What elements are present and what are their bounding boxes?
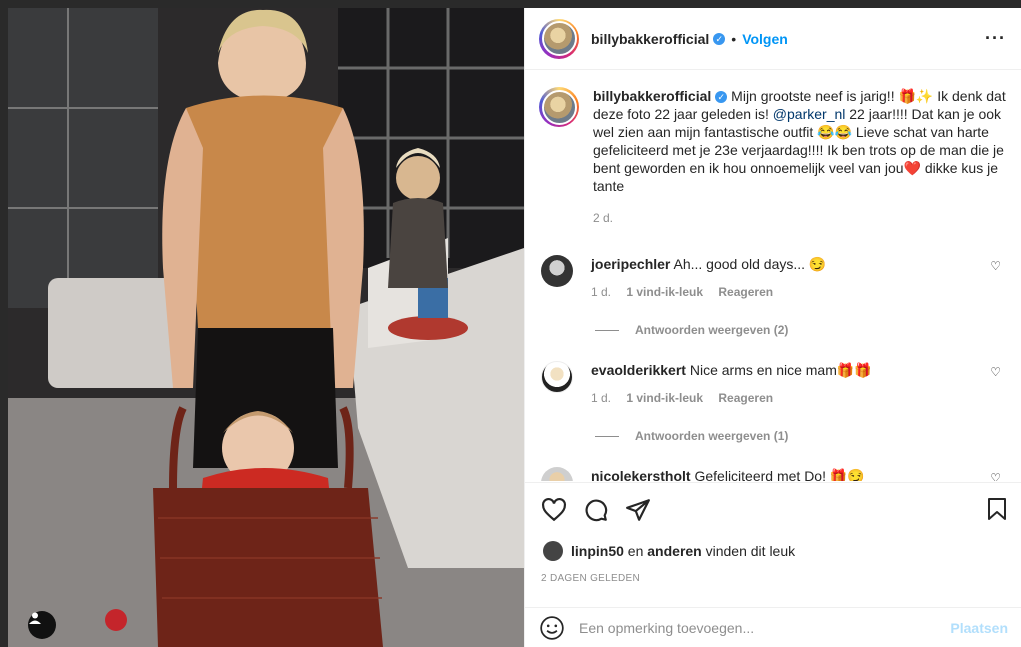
post-actions: linpin50 en anderen vinden dit leuk 2 DA… (525, 482, 1021, 612)
comment-item: joeripechler Ah... good old days... 😏 1 … (541, 255, 1011, 301)
likes-suffix: vinden dit leuk (705, 543, 796, 559)
comment-like-heart-icon[interactable]: ♡ (990, 471, 1001, 481)
comment-input[interactable] (579, 619, 951, 636)
smiley-svg (540, 615, 564, 640)
replies-divider (595, 435, 619, 437)
post-side-panel: billybakkerofficial ✓ • Volgen ··· billy… (524, 8, 1021, 647)
bubble-svg (585, 499, 608, 522)
likes-others-link[interactable]: anderen (647, 543, 701, 559)
photo-illustration (8, 8, 524, 647)
post-date[interactable]: 2 DAGEN GELEDEN (541, 573, 640, 584)
more-options-icon[interactable]: ··· (985, 28, 1006, 49)
action-icons (541, 497, 651, 523)
emoji-smiley-icon[interactable] (539, 615, 565, 641)
caption-username[interactable]: billybakkerofficial (593, 88, 711, 104)
heart-svg (542, 497, 566, 522)
follow-button[interactable]: Volgen (742, 31, 788, 47)
comment-likes[interactable]: 1 vind-ik-leuk (626, 285, 703, 299)
likes-connector: en (627, 543, 644, 559)
caption-age[interactable]: 2 d. (593, 209, 1009, 227)
post-caption: billybakkerofficial ✓ Mijn grootste neef … (539, 87, 1009, 227)
post-modal: billybakkerofficial ✓ • Volgen ··· billy… (0, 0, 1021, 647)
view-replies-button[interactable]: Antwoorden weergeven (2) (595, 323, 788, 337)
caption-text: billybakkerofficial ✓ Mijn grootste neef … (593, 87, 1009, 227)
view-replies-button[interactable]: Antwoorden weergeven (1) (595, 429, 788, 443)
reply-button[interactable]: Reageren (718, 285, 773, 299)
commenter-username[interactable]: joeripechler (591, 256, 670, 272)
post-photo[interactable] (8, 8, 524, 647)
caption-author-avatar[interactable] (539, 87, 579, 127)
commenter-username[interactable]: evaolderikkert (591, 362, 686, 378)
comment-text: Nice arms en nice mam🎁🎁 (689, 362, 872, 378)
comment-content: evaolderikkert Nice arms en nice mam🎁🎁 1… (591, 361, 872, 407)
comment-like-heart-icon[interactable]: ♡ (990, 365, 1001, 379)
liker-avatar[interactable] (543, 541, 563, 561)
comment-meta: 1 d. 1 vind-ik-leuk Reageren (591, 389, 872, 407)
comments-list[interactable]: billybakkerofficial ✓ Mijn grootste neef … (525, 71, 1021, 481)
comment-meta: 1 d. 1 vind-ik-leuk Reageren (591, 283, 826, 301)
bookmark-svg (988, 498, 1006, 520)
comment-bubble-icon[interactable] (583, 497, 609, 523)
author-avatar[interactable] (539, 18, 579, 59)
tagged-users-button[interactable] (28, 611, 56, 639)
save-bookmark-icon[interactable] (986, 497, 1008, 526)
comment-like-heart-icon[interactable]: ♡ (990, 259, 1001, 273)
commenter-avatar[interactable] (541, 467, 573, 481)
comment-content: nicolekerstholt Gefeliciteerd met Do! 🎁😏 (591, 467, 865, 481)
like-heart-icon[interactable] (541, 497, 567, 523)
replies-divider (595, 329, 619, 331)
commenter-username[interactable]: nicolekerstholt (591, 468, 691, 481)
post-comment-button[interactable]: Plaatsen (950, 620, 1008, 636)
author-username[interactable]: billybakkerofficial (591, 31, 709, 47)
comment-text: Ah... good old days... 😏 (673, 256, 827, 272)
verified-badge-icon: ✓ (713, 32, 726, 45)
caption-mention-link[interactable]: @parker_nl (773, 106, 846, 122)
reply-button[interactable]: Reageren (718, 391, 773, 405)
separator-dot: • (731, 30, 737, 47)
comment-content: joeripechler Ah... good old days... 😏 1 … (591, 255, 826, 301)
likes-summary: linpin50 en anderen vinden dit leuk (543, 541, 795, 561)
view-replies-label: Antwoorden weergeven (2) (635, 323, 789, 337)
commenter-avatar[interactable] (541, 255, 573, 287)
comment-age[interactable]: 1 d. (591, 285, 611, 299)
view-replies-label: Antwoorden weergeven (1) (635, 429, 789, 443)
plane-svg (626, 499, 650, 521)
comment-item: evaolderikkert Nice arms en nice mam🎁🎁 1… (541, 361, 1011, 407)
verified-badge-icon: ✓ (715, 91, 728, 104)
caption-author-avatar-image (541, 89, 577, 125)
user-icon (29, 612, 41, 624)
author-avatar-image (541, 21, 577, 56)
comment-likes[interactable]: 1 vind-ik-leuk (626, 391, 703, 405)
commenter-avatar[interactable] (541, 361, 573, 393)
comment-composer: Plaatsen (525, 607, 1021, 647)
liker-username[interactable]: linpin50 (571, 543, 624, 559)
comment-item: nicolekerstholt Gefeliciteerd met Do! 🎁😏… (541, 467, 1011, 481)
comment-age[interactable]: 1 d. (591, 391, 611, 405)
post-header: billybakkerofficial ✓ • Volgen ··· (525, 8, 1021, 70)
comment-text: Gefeliciteerd met Do! 🎁😏 (694, 468, 865, 481)
share-paper-plane-icon[interactable] (625, 497, 651, 523)
